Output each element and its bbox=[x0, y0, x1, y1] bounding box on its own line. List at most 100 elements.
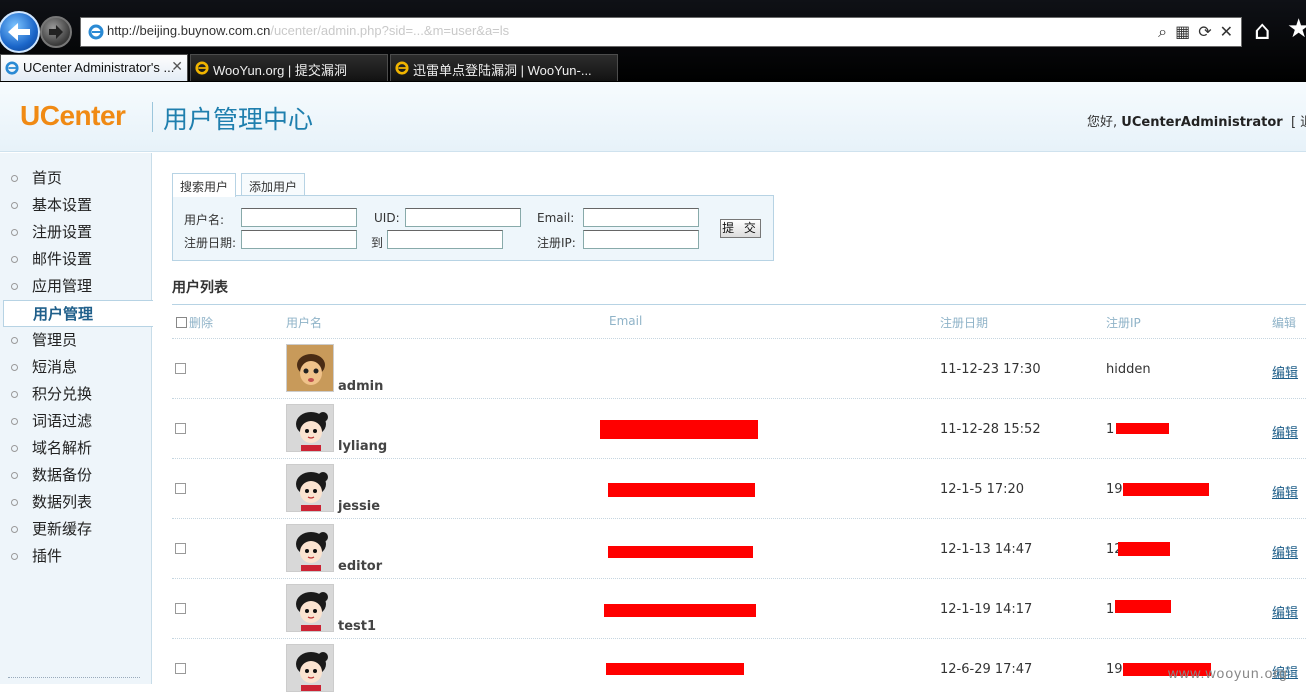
row-regdate: 11-12-23 17:30 bbox=[940, 362, 1041, 377]
watermark: www.wooyun.org bbox=[1168, 665, 1288, 681]
tab-label: WooYun.org | 提交漏洞 bbox=[213, 63, 347, 78]
sidebar-item-register-settings[interactable]: 注册设置 bbox=[0, 219, 152, 246]
sidebar-divider bbox=[8, 677, 140, 678]
url-text: http://beijing.buynow.com.cn/ucenter/adm… bbox=[107, 23, 510, 38]
bullet-icon bbox=[11, 391, 18, 398]
bullet-icon bbox=[11, 364, 18, 371]
table-row: lyliang 11-12-28 15:52 1 编辑 bbox=[172, 398, 1306, 458]
sidebar-item-admins[interactable]: 管理员 bbox=[0, 327, 152, 354]
tab-wooyun-submit[interactable]: WooYun.org | 提交漏洞 bbox=[190, 54, 388, 81]
row-username[interactable]: lyliang bbox=[338, 439, 387, 454]
sidebar-item-basic-settings[interactable]: 基本设置 bbox=[0, 192, 152, 219]
sidebar-item-label: 积分兑换 bbox=[32, 385, 93, 403]
row-username[interactable]: admin bbox=[338, 379, 383, 394]
sidebar-item-label: 数据备份 bbox=[32, 466, 93, 484]
ie-icon bbox=[395, 61, 409, 78]
sidebar-item-data-list[interactable]: 数据列表 bbox=[0, 489, 152, 516]
row-edit-link[interactable]: 编辑 bbox=[1272, 602, 1298, 621]
close-tab-icon[interactable]: ✕ bbox=[171, 58, 183, 75]
row-edit-link[interactable]: 编辑 bbox=[1272, 422, 1298, 441]
ucenter-logo[interactable]: UCenter bbox=[20, 100, 126, 132]
header-delete: 删除 bbox=[189, 316, 214, 330]
regip-input[interactable] bbox=[583, 230, 699, 249]
sidebar-item-word-filter[interactable]: 词语过滤 bbox=[0, 408, 152, 435]
sidebar-item-label: 更新缓存 bbox=[32, 520, 93, 538]
forward-button[interactable] bbox=[40, 16, 72, 48]
redaction-bar bbox=[604, 604, 756, 617]
regip-label: 注册IP: bbox=[537, 236, 576, 250]
stop-icon[interactable]: ✕ bbox=[1220, 22, 1233, 42]
sidebar-item-users[interactable]: 用户管理 bbox=[3, 300, 153, 327]
row-edit-link[interactable]: 编辑 bbox=[1272, 362, 1298, 381]
submit-button[interactable]: 提 交 bbox=[720, 219, 761, 238]
tab-add-user[interactable]: 添加用户 bbox=[241, 173, 306, 196]
logout-link[interactable]: [ 退出 bbox=[1291, 115, 1306, 130]
uid-input[interactable] bbox=[405, 208, 521, 227]
select-all-checkbox[interactable] bbox=[176, 317, 187, 328]
username-label: 用户名: bbox=[184, 213, 225, 227]
row-edit-link[interactable]: 编辑 bbox=[1272, 542, 1298, 561]
sidebar-item-cache[interactable]: 更新缓存 bbox=[0, 516, 152, 543]
sidebar-item-label: 域名解析 bbox=[32, 439, 93, 457]
row-username[interactable]: test1 bbox=[338, 619, 376, 634]
sidebar-item-messages[interactable]: 短消息 bbox=[0, 354, 152, 381]
compat-view-icon[interactable]: ▦ bbox=[1175, 22, 1190, 42]
bullet-icon bbox=[11, 445, 18, 452]
row-regdate: 12-1-5 17:20 bbox=[940, 482, 1025, 497]
regdate-from-input[interactable] bbox=[241, 230, 357, 249]
search-icon[interactable]: ⌕ bbox=[1158, 22, 1167, 42]
header-regdate: 注册日期 bbox=[940, 316, 989, 330]
row-checkbox[interactable] bbox=[175, 543, 186, 554]
to-label: 到 bbox=[371, 236, 384, 250]
bullet-icon bbox=[11, 175, 18, 182]
row-username[interactable]: editor bbox=[338, 559, 382, 574]
sidebar-item-mail-settings[interactable]: 邮件设置 bbox=[0, 246, 152, 273]
sidebar-item-label: 基本设置 bbox=[32, 196, 93, 214]
row-checkbox[interactable] bbox=[175, 663, 186, 674]
uid-label: UID: bbox=[374, 211, 400, 225]
home-icon[interactable]: ⌂ bbox=[1254, 16, 1271, 46]
tab-search-user[interactable]: 搜索用户 bbox=[172, 173, 237, 197]
favorites-star-icon[interactable]: ★ bbox=[1287, 14, 1306, 44]
sidebar-item-label: 数据列表 bbox=[32, 493, 93, 511]
bullet-icon bbox=[11, 526, 18, 533]
tab-label: 迅雷单点登陆漏洞 | WooYun-... bbox=[413, 63, 592, 78]
ie-icon bbox=[88, 24, 104, 44]
tab-wooyun-xunlei[interactable]: 迅雷单点登陆漏洞 | WooYun-... bbox=[390, 54, 618, 81]
table-row: jessie 12-1-5 17:20 19 编辑 bbox=[172, 458, 1306, 518]
ie-icon bbox=[195, 61, 209, 78]
header-username: 用户名 bbox=[286, 316, 323, 330]
row-checkbox[interactable] bbox=[175, 483, 186, 494]
address-bar[interactable]: http://beijing.buynow.com.cn/ucenter/adm… bbox=[80, 17, 1242, 47]
sidebar-item-label: 词语过滤 bbox=[32, 412, 93, 430]
username-input[interactable] bbox=[241, 208, 357, 227]
sidebar-item-domains[interactable]: 域名解析 bbox=[0, 435, 152, 462]
bullet-icon bbox=[11, 418, 18, 425]
redaction-bar bbox=[1123, 483, 1209, 496]
regdate-label: 注册日期: bbox=[184, 236, 237, 250]
avatar bbox=[286, 524, 334, 572]
row-checkbox[interactable] bbox=[175, 603, 186, 614]
row-regdate: 12-6-29 17:47 bbox=[940, 662, 1033, 677]
sidebar-item-apps[interactable]: 应用管理 bbox=[0, 273, 152, 300]
tab-ucenter[interactable]: UCenter Administrator's ... ✕ bbox=[0, 54, 188, 81]
sidebar-item-credits[interactable]: 积分兑换 bbox=[0, 381, 152, 408]
sidebar-item-backup[interactable]: 数据备份 bbox=[0, 462, 152, 489]
search-form: 用户名: UID: Email: 注册日期: 到 注册IP: 提 交 bbox=[172, 195, 774, 261]
row-username[interactable]: jessie bbox=[338, 499, 380, 514]
sidebar-item-home[interactable]: 首页 bbox=[0, 165, 152, 192]
regdate-to-input[interactable] bbox=[387, 230, 503, 249]
email-label: Email: bbox=[537, 211, 575, 225]
refresh-icon[interactable]: ⟳ bbox=[1198, 22, 1211, 42]
row-checkbox[interactable] bbox=[175, 423, 186, 434]
table-row: test1 12-1-19 14:17 1 编辑 bbox=[172, 578, 1306, 638]
row-regdate: 12-1-13 14:47 bbox=[940, 542, 1033, 557]
row-edit-link[interactable]: 编辑 bbox=[1272, 482, 1298, 501]
email-input[interactable] bbox=[583, 208, 699, 227]
sidebar-item-label: 短消息 bbox=[32, 358, 78, 376]
user-greeting: 您好, UCenterAdministrator [ 退出 bbox=[1087, 111, 1306, 130]
back-button[interactable] bbox=[0, 11, 40, 53]
row-regip: 1 bbox=[1106, 422, 1115, 437]
row-checkbox[interactable] bbox=[175, 363, 186, 374]
sidebar-item-plugins[interactable]: 插件 bbox=[0, 543, 152, 570]
